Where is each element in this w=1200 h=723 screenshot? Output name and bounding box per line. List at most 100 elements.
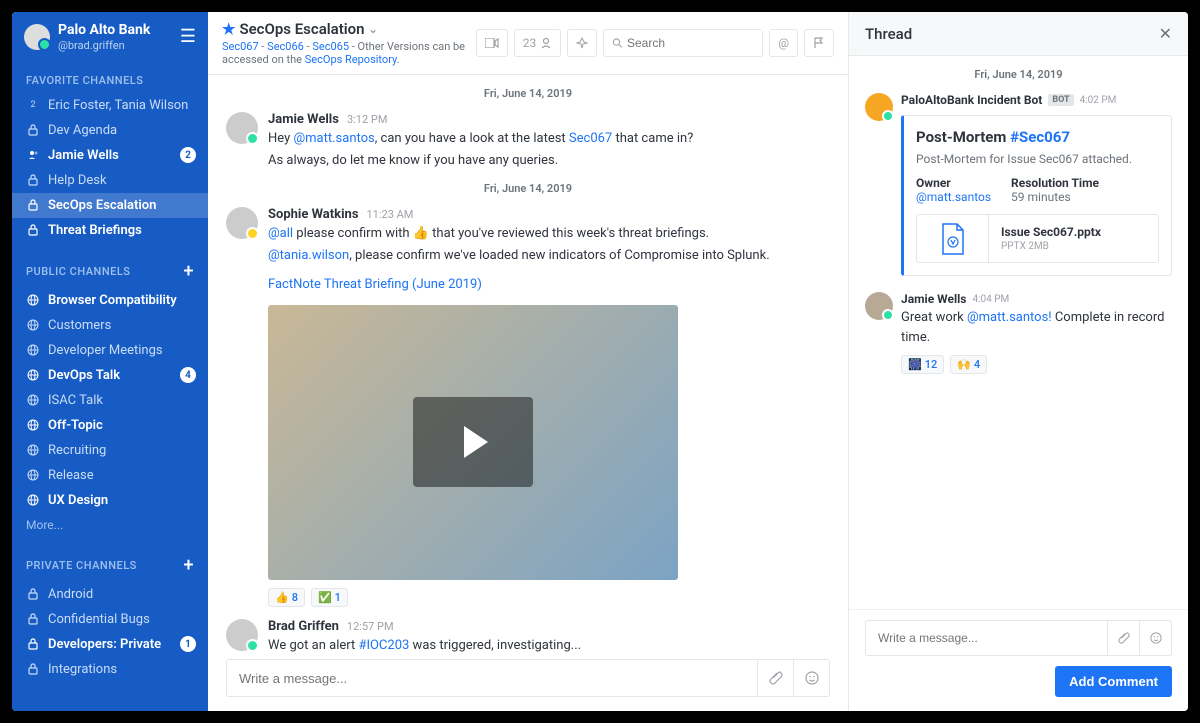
card-title-pre: Post-Mortem <box>916 128 1010 146</box>
owner-label: Owner <box>916 176 991 190</box>
message-composer[interactable] <box>226 659 830 697</box>
sidebar-item-label: Recruiting <box>48 443 106 458</box>
mentions-button[interactable]: @ <box>769 29 798 57</box>
link-sec066[interactable]: Sec066 <box>267 40 304 53</box>
link[interactable]: Sec067 <box>569 131 612 146</box>
hamburger-icon[interactable]: ☰ <box>180 26 196 47</box>
message-author[interactable]: Brad Griffen <box>268 619 339 634</box>
sidebar-item[interactable]: Customers <box>12 313 208 338</box>
sidebar-item-label: Developers: Private <box>48 637 161 652</box>
user-avatar[interactable] <box>24 24 50 50</box>
sidebar-item[interactable]: Confidential Bugs <box>12 607 208 632</box>
bot-tag: BOT <box>1048 94 1073 106</box>
resolution-label: Resolution Time <box>1011 176 1099 190</box>
search-input[interactable] <box>627 36 754 50</box>
video-thumbnail[interactable] <box>268 305 678 580</box>
org-name: Palo Alto Bank <box>58 22 180 39</box>
sidebar-item[interactable]: Browser Compatibility <box>12 288 208 313</box>
messages-pane: Fri, June 14, 2019 Jamie Wells 3:12 PM Hey… <box>208 75 848 659</box>
sidebar-item[interactable]: Android <box>12 582 208 607</box>
mention[interactable]: @matt.santos <box>293 131 374 146</box>
composer-input[interactable] <box>227 671 757 686</box>
sidebar-item-label: Threat Briefings <box>48 223 142 238</box>
members-button[interactable]: 23 <box>514 29 562 57</box>
reaction[interactable]: 🙌4 <box>950 355 987 374</box>
thread-composer[interactable] <box>865 620 1172 656</box>
sidebar-item[interactable]: DevOps Talk4 <box>12 363 208 388</box>
thread-message: Jamie Wells 4:04 PM Great work @matt.san… <box>849 284 1188 382</box>
bot-avatar <box>865 93 893 121</box>
message-avatar[interactable] <box>226 619 258 651</box>
thread-input[interactable] <box>866 631 1107 645</box>
topbar: ★ SecOps Escalation ⌄ Sec067 - Sec066 - … <box>208 12 848 75</box>
sidebar-item[interactable]: Developer Meetings <box>12 338 208 363</box>
message-time: 12:57 PM <box>347 620 394 633</box>
flag-button[interactable] <box>804 29 834 57</box>
sidebar-item[interactable]: UX Design <box>12 488 208 513</box>
sidebar-item[interactable]: Off-Topic <box>12 413 208 438</box>
reaction[interactable]: 👍8 <box>268 588 305 607</box>
message-avatar[interactable] <box>226 207 258 239</box>
close-icon[interactable]: ✕ <box>1159 24 1172 43</box>
message-time: 11:23 AM <box>367 208 414 221</box>
add-channel-icon[interactable]: + <box>184 261 195 282</box>
unread-badge: 1 <box>180 636 196 652</box>
message-text: @tania.wilson, please confirm we've load… <box>268 246 830 266</box>
sidebar-item[interactable]: Help Desk <box>12 168 208 193</box>
presence-icon <box>26 148 40 162</box>
reaction[interactable]: 🎆12 <box>901 355 944 374</box>
sidebar-item[interactable]: ISAC Talk <box>12 388 208 413</box>
emoji-icon[interactable] <box>1139 621 1171 655</box>
sidebar-item[interactable]: Release <box>12 463 208 488</box>
message-time: 3:12 PM <box>347 113 387 126</box>
sidebar-item[interactable]: Threat Briefings <box>12 218 208 243</box>
user-avatar-small <box>865 292 893 320</box>
message-text: Hey @matt.santos, can you have a look at… <box>268 129 830 149</box>
date-divider: Fri, June 14, 2019 <box>208 176 848 201</box>
sidebar-item[interactable]: 2Eric Foster, Tania Wilson <box>12 93 208 118</box>
hashtag[interactable]: #IOC203 <box>358 638 409 653</box>
sidebar-item-label: Eric Foster, Tania Wilson <box>48 98 188 113</box>
sidebar-item-label: Dev Agenda <box>48 123 117 138</box>
link-sec067[interactable]: Sec067 <box>222 40 259 53</box>
mention[interactable]: @all <box>268 226 293 241</box>
sidebar-item-label: Developer Meetings <box>48 343 163 358</box>
sidebar-item[interactable]: Recruiting <box>12 438 208 463</box>
sidebar-item[interactable]: Integrations <box>12 657 208 682</box>
link-repo[interactable]: SecOps Repository <box>305 53 397 66</box>
add-private-icon[interactable]: + <box>184 555 195 576</box>
more-channels[interactable]: More... <box>12 513 208 537</box>
add-comment-button[interactable]: Add Comment <box>1055 666 1172 697</box>
date-divider: Fri, June 14, 2019 <box>208 81 848 106</box>
reply-author: Jamie Wells <box>901 292 966 306</box>
emoji-icon[interactable] <box>793 660 829 696</box>
pin-button[interactable] <box>567 29 597 57</box>
attach-icon[interactable] <box>757 660 793 696</box>
attachment[interactable]: Issue Sec067.pptx PPTX 2MB <box>916 214 1159 263</box>
sidebar-item[interactable]: Jamie Wells2 <box>12 143 208 168</box>
owner-value[interactable]: @matt.santos <box>916 190 991 204</box>
globe-icon <box>26 293 40 307</box>
search-box[interactable] <box>603 29 763 57</box>
reply-time: 4:04 PM <box>972 294 1009 305</box>
card-title-tag[interactable]: #Sec067 <box>1010 128 1070 146</box>
link-sec065[interactable]: Sec065 <box>312 40 349 53</box>
message-author[interactable]: Jamie Wells <box>268 112 339 127</box>
sidebar-item[interactable]: SecOps Escalation <box>12 193 208 218</box>
mention[interactable]: @matt.santos! <box>967 310 1052 325</box>
message-author[interactable]: Sophie Watkins <box>268 207 359 222</box>
attachment-link[interactable]: FactNote Threat Briefing (June 2019) <box>268 277 482 292</box>
message-avatar[interactable] <box>226 112 258 144</box>
msg-time: 4:02 PM <box>1080 95 1117 106</box>
channel-title[interactable]: ★ SecOps Escalation ⌄ <box>222 20 476 38</box>
mention[interactable]: @tania.wilson <box>268 248 349 263</box>
video-call-button[interactable] <box>476 29 508 57</box>
reaction[interactable]: ✅1 <box>311 588 348 607</box>
lock-icon <box>26 223 40 237</box>
attach-icon[interactable] <box>1107 621 1139 655</box>
lock-icon <box>26 637 40 651</box>
sidebar-item[interactable]: Dev Agenda <box>12 118 208 143</box>
sidebar-item-label: Confidential Bugs <box>48 612 150 627</box>
globe-icon <box>26 318 40 332</box>
sidebar-item[interactable]: Developers: Private 1 <box>12 632 208 657</box>
